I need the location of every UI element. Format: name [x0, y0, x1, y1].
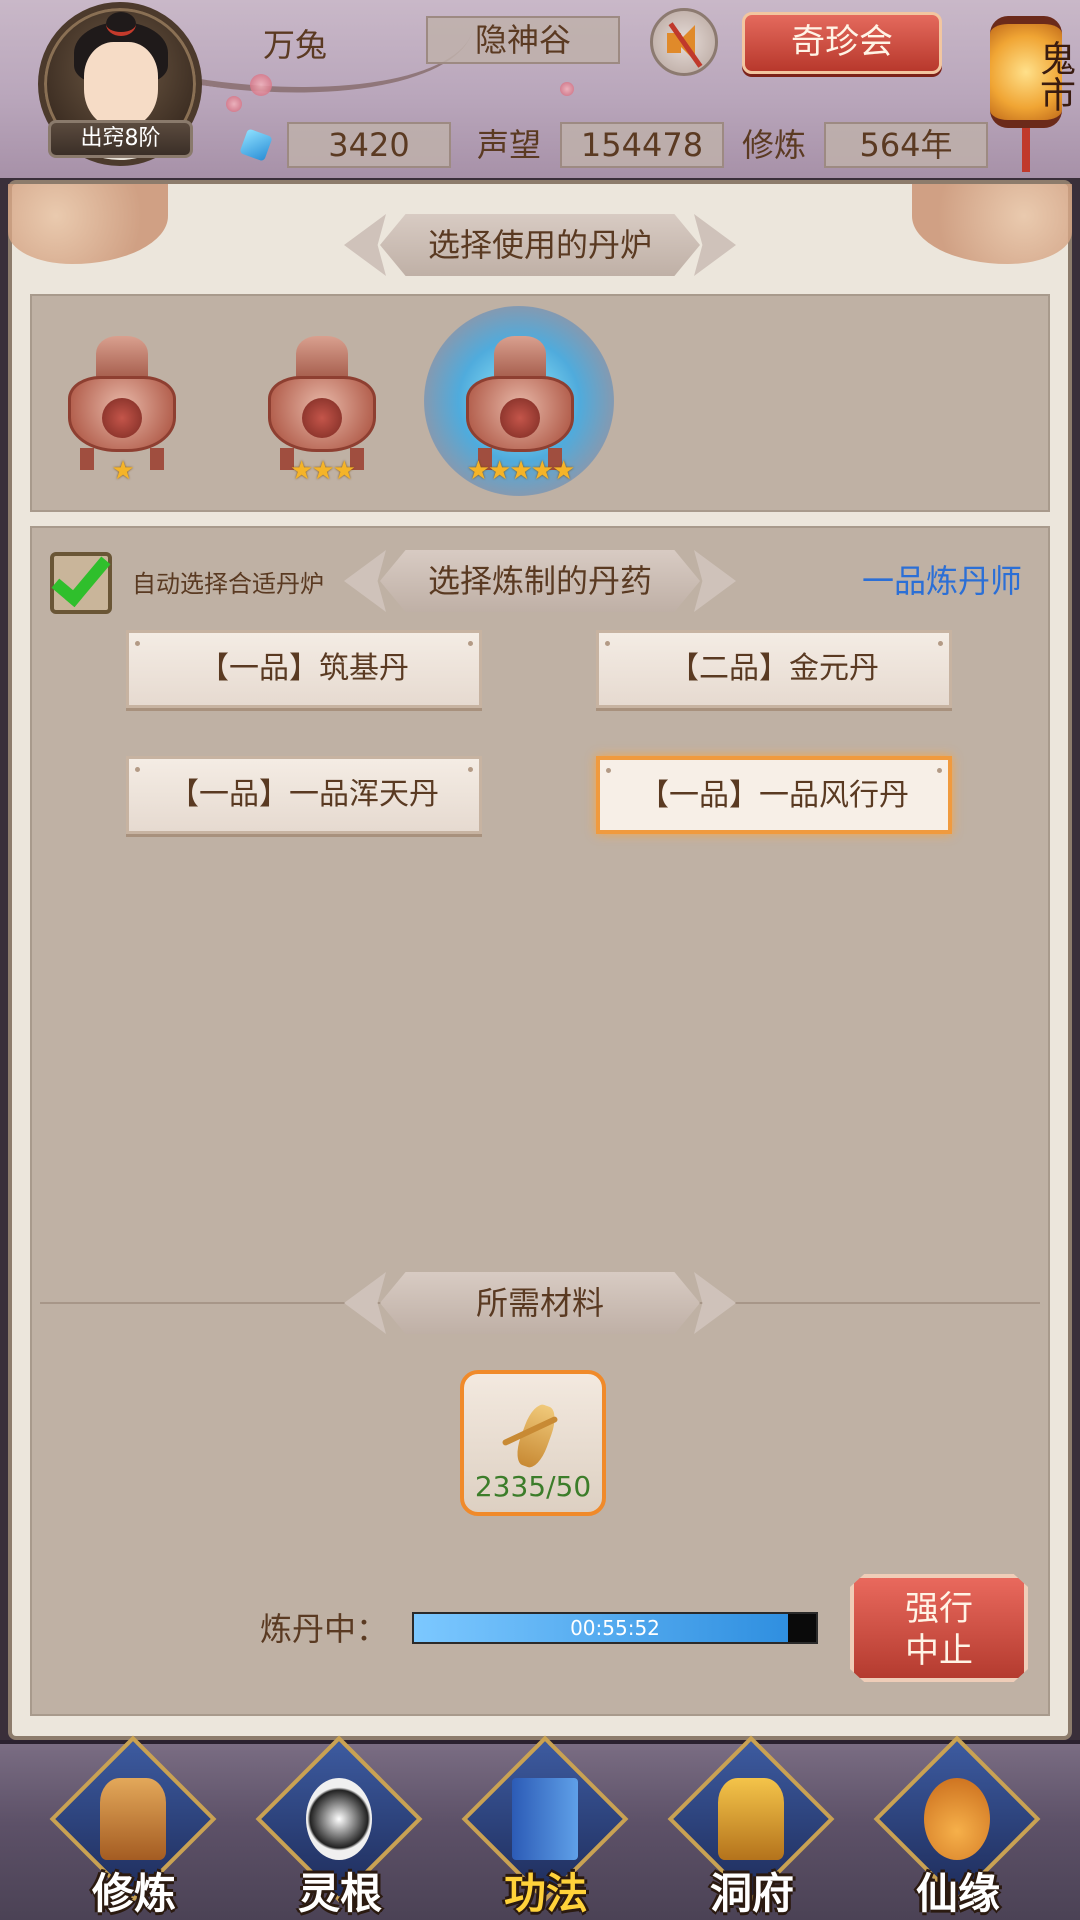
furnace-orb: [102, 398, 142, 438]
recipe-button-fengxing[interactable]: 【一品】一品风行丹: [596, 756, 952, 834]
cultivation-value: 564年: [824, 122, 988, 168]
refining-label: 炼丹中：: [260, 1610, 389, 1648]
nav-fate[interactable]: 仙缘: [873, 1735, 1041, 1918]
nav-label: 修炼: [91, 1869, 176, 1918]
nav-label: 功法: [503, 1869, 588, 1918]
auto-select-checkbox[interactable]: [50, 544, 112, 614]
technique-book-icon: [512, 1778, 578, 1860]
nav-cave-dwelling[interactable]: 洞府: [667, 1735, 835, 1918]
recipe-button-jinyuan[interactable]: 【二品】金元丹: [596, 630, 952, 708]
nav-label: 洞府: [709, 1869, 794, 1918]
ginseng-icon: [500, 1398, 570, 1474]
checkmark-icon: [51, 544, 111, 608]
recipe-section-title: 选择炼制的丹药: [380, 550, 700, 612]
nav-label: 灵根: [297, 1869, 382, 1918]
star-rating: ★: [111, 456, 134, 486]
stop-button-line2: 中止: [905, 1631, 973, 1671]
furnace-lid: [494, 336, 546, 380]
auto-select-label: 自动选择合适丹炉: [132, 570, 324, 598]
refining-progress-bar: 00:55:52: [412, 1612, 818, 1644]
stop-button-line1: 强行: [905, 1589, 973, 1629]
nav-cultivate[interactable]: 修炼: [49, 1735, 217, 1918]
alchemist-rank-link[interactable]: 一品炼丹师: [862, 556, 1022, 602]
furnace-orb: [302, 398, 342, 438]
recipe-button-zhuji[interactable]: 【一品】筑基丹: [126, 630, 482, 708]
lantern-tassel: [1022, 128, 1030, 172]
reputation-label: 声望: [477, 126, 542, 164]
reputation-value: 154478: [560, 122, 724, 168]
furnace-3star[interactable]: ★★★: [252, 336, 392, 486]
materials-section-title: 所需材料: [380, 1272, 700, 1334]
nav-technique[interactable]: 功法: [461, 1735, 629, 1918]
star-rating: ★★★: [290, 456, 356, 486]
recipe-button-huntian[interactable]: 【一品】一品浑天丹: [126, 756, 482, 834]
cultivation-label: 修炼: [742, 126, 807, 164]
furnace-1star[interactable]: ★: [52, 336, 192, 486]
rank-badge: 出窍8阶: [48, 120, 193, 158]
avatar-face: [84, 42, 158, 128]
furnace-lid: [96, 336, 148, 380]
blossom-decoration: [250, 74, 272, 96]
ghost-market-lantern-button[interactable]: 鬼市: [990, 6, 1075, 172]
cave-dwelling-icon: [718, 1778, 784, 1860]
avatar-hair-bun: [106, 12, 136, 36]
cultivate-icon: [100, 1778, 166, 1860]
location-label[interactable]: 隐神谷: [426, 16, 620, 64]
player-name: 万兔: [263, 26, 328, 64]
furnace-lid: [296, 336, 348, 380]
force-stop-button[interactable]: 强行 中止: [850, 1574, 1028, 1682]
refining-timer: 00:55:52: [570, 1616, 660, 1640]
furnace-section-title: 选择使用的丹炉: [380, 214, 700, 276]
sound-toggle-button[interactable]: [650, 8, 718, 76]
lantern-label: 鬼市: [1034, 40, 1075, 112]
nav-label: 仙缘: [915, 1869, 1000, 1918]
spirit-root-icon: [306, 1778, 372, 1860]
furnace-5star[interactable]: ★★★★★: [450, 336, 590, 486]
gem-count: 3420: [287, 122, 451, 168]
furnace-orb: [500, 398, 540, 438]
nav-spirit-root[interactable]: 灵根: [255, 1735, 423, 1918]
treasure-auction-button[interactable]: 奇珍会: [742, 12, 942, 74]
gourd-icon: [924, 1778, 990, 1860]
blossom-decoration: [560, 82, 574, 96]
material-count: 2335/50: [474, 1470, 592, 1503]
star-rating: ★★★★★: [466, 456, 576, 486]
blossom-decoration: [226, 96, 242, 112]
material-slot[interactable]: 2335/50: [460, 1370, 606, 1516]
